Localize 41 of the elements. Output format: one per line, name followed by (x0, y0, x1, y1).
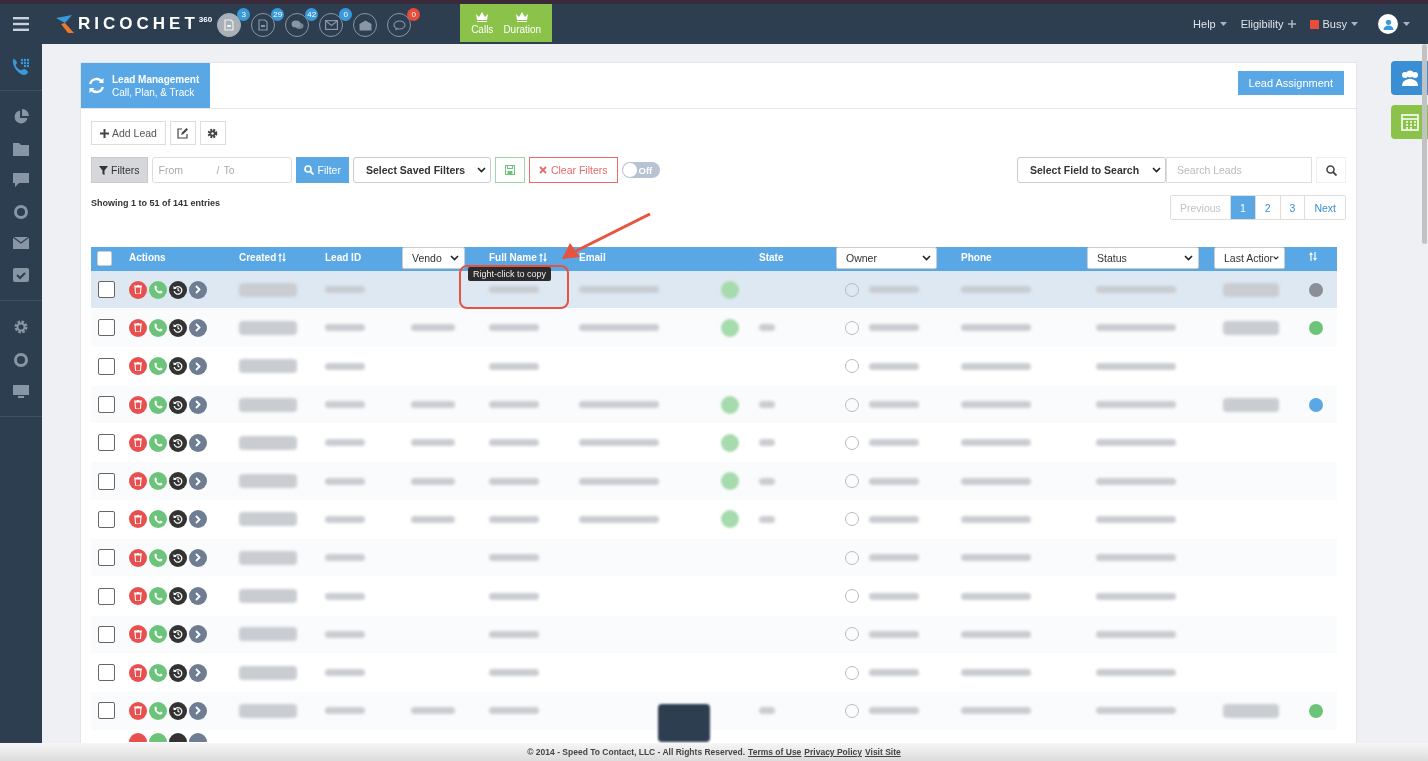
leaderboard-button[interactable]: Calls (466, 4, 499, 42)
search-field[interactable]: Search Leads (1166, 157, 1312, 183)
column-filter-select[interactable]: Status (1087, 247, 1199, 269)
count-badge: 0 (407, 8, 421, 21)
count-badge: 3 (237, 8, 251, 21)
column-header: Actions (129, 252, 166, 263)
leaderboard-button[interactable]: Duration (498, 4, 547, 42)
count-badge: 29 (271, 8, 285, 21)
nav-menu-item[interactable]: Eligibility (1240, 18, 1296, 30)
nav-menu-item[interactable]: Busy (1309, 18, 1358, 30)
column-header[interactable]: Full Name (489, 252, 547, 263)
panel-title: Lead Management (112, 73, 200, 85)
clear-filters-button[interactable]: Clear Filters (528, 157, 618, 183)
column-filter-select[interactable]: Owner (836, 247, 937, 269)
footer-link[interactable]: Visit Site (865, 747, 901, 757)
saved-filters-select[interactable]: Select Saved Filters (352, 157, 491, 183)
copyright-text: © 2014 - Speed To Contact, LLC - All Rights Reserved. (527, 747, 746, 757)
column-header: State (759, 252, 784, 263)
lead-assignment-button[interactable]: Lead Assignment (1237, 71, 1344, 95)
date-separator: / (216, 164, 220, 176)
footer-link[interactable]: Terms of Use (748, 747, 802, 757)
search-field-select[interactable]: Select Field to Search (1017, 157, 1166, 183)
footer-link[interactable]: Privacy Policy (804, 747, 862, 757)
count-badge: 42 (305, 8, 319, 21)
column-filter-select[interactable]: Vendo (402, 247, 465, 269)
column-header: Email (579, 252, 606, 263)
tooltip: Right-click to copy (468, 267, 552, 281)
count-badge: 0 (339, 8, 353, 21)
column-header[interactable]: Created (239, 252, 287, 263)
entries-info: Showing 1 to 51 of 141 entries (91, 198, 221, 208)
column-header: Lead ID (325, 252, 362, 263)
pagination-button[interactable]: Next (1304, 196, 1345, 219)
pagination-button[interactable]: 1 (1229, 196, 1255, 219)
column-filter-select[interactable]: Last Actior (1214, 247, 1285, 269)
panel-subtitle: Call, Plan, & Track (112, 86, 196, 98)
column-header: Phone (961, 252, 992, 263)
add-lead-button[interactable]: Add Lead (91, 121, 166, 145)
nav-menu-item[interactable]: Help (1193, 18, 1227, 30)
filters-button[interactable]: Filters (91, 157, 148, 183)
filter-button[interactable]: Filter (295, 157, 349, 183)
brand-name: RICOCHET$^{360}$ (78, 14, 213, 34)
